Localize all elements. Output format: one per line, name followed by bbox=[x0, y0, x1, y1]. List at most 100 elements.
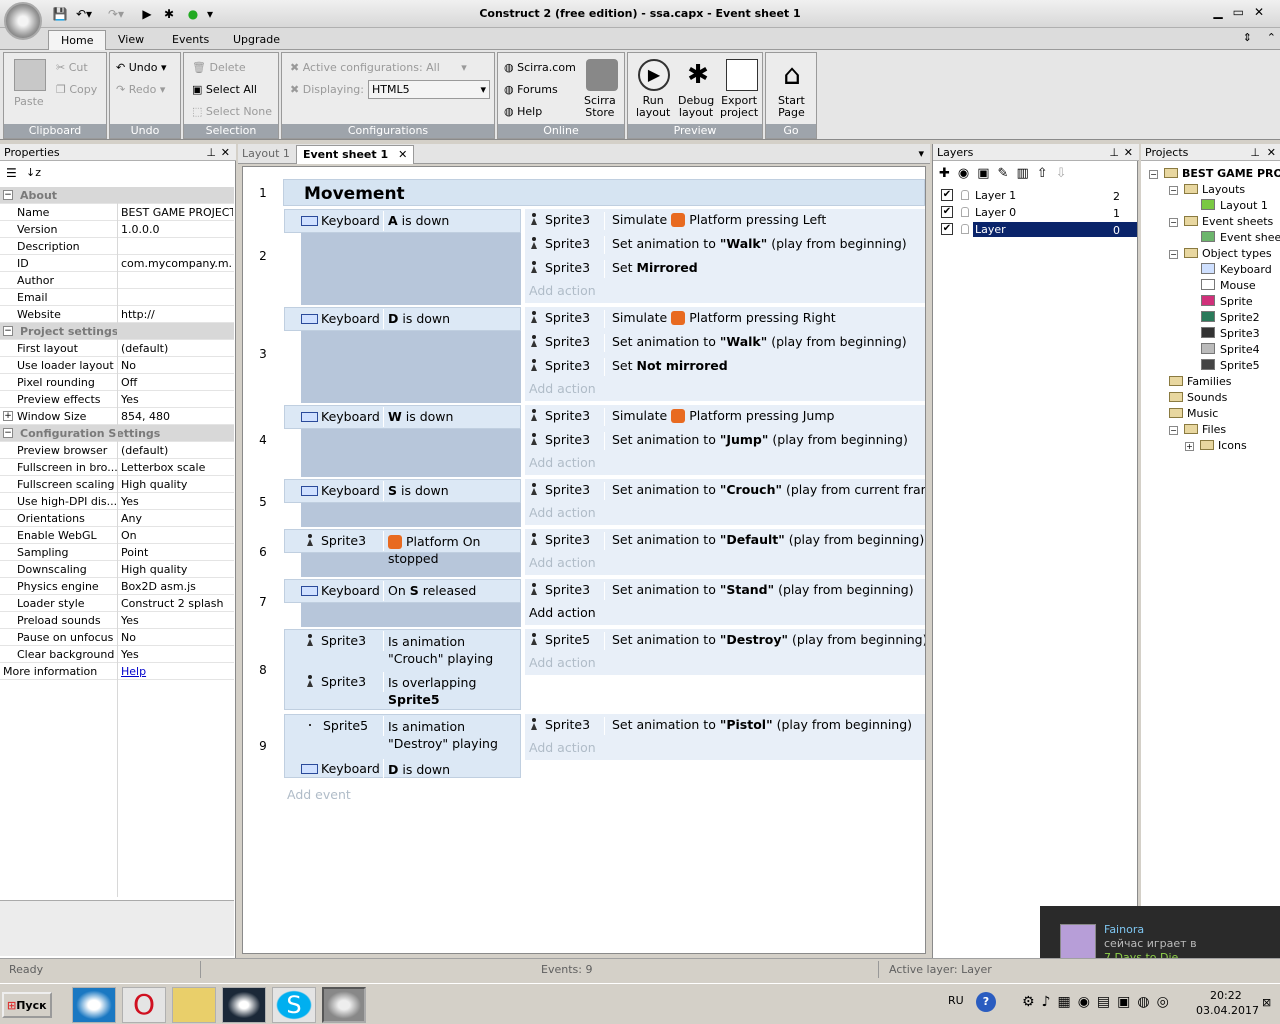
expand-icon[interactable]: + bbox=[3, 411, 13, 421]
property-value[interactable]: Yes bbox=[121, 393, 233, 406]
tab-event-sheet-1[interactable]: Event sheet 1 ✕ bbox=[296, 145, 415, 164]
construct2-taskbar-icon[interactable] bbox=[322, 987, 366, 1023]
condition[interactable]: Keyboard On S released bbox=[301, 580, 521, 602]
explorer-icon[interactable] bbox=[172, 987, 216, 1023]
property-value[interactable]: Box2D asm.js bbox=[121, 580, 233, 593]
collapse-icon[interactable]: − bbox=[3, 190, 13, 200]
tab-events[interactable]: Events bbox=[160, 30, 221, 50]
quickaccess-dropdown-icon[interactable]: ▾ bbox=[204, 6, 216, 22]
paste-button[interactable]: Paste bbox=[14, 95, 44, 108]
unlock-icon[interactable] bbox=[961, 207, 969, 217]
condition[interactable]: Keyboard S is down bbox=[301, 480, 521, 502]
sort-az-icon[interactable]: ↓z bbox=[26, 166, 41, 179]
active-configurations-dropdown[interactable]: ✖ Active configurations: All ▾ bbox=[290, 61, 467, 74]
project-tree-node[interactable]: − Layouts bbox=[1169, 183, 1245, 196]
action[interactable]: Sprite3 Set Not mirrored bbox=[529, 355, 925, 377]
scirra-link[interactable]: ◍ Scirra.com bbox=[504, 61, 576, 74]
run-layout-button[interactable]: Run layout bbox=[636, 95, 670, 119]
add-event-button[interactable]: Add event bbox=[287, 787, 351, 802]
close-icon[interactable]: ✕ bbox=[221, 146, 230, 159]
redo-button[interactable]: ↷ Redo ▾ bbox=[116, 83, 165, 96]
property-value[interactable]: High quality bbox=[121, 478, 233, 491]
project-tree-node[interactable]: Sounds bbox=[1169, 391, 1227, 404]
property-value[interactable]: On bbox=[121, 529, 233, 542]
add-action-button[interactable]: Add action bbox=[529, 655, 596, 670]
project-tree-node[interactable]: Music bbox=[1169, 407, 1218, 420]
property-value[interactable]: Letterbox scale bbox=[121, 461, 233, 474]
close-tab-icon[interactable]: ✕ bbox=[398, 148, 407, 161]
categorized-icon[interactable]: ☰ bbox=[6, 166, 17, 180]
collapse-icon[interactable]: − bbox=[1169, 218, 1178, 227]
start-page-button[interactable]: Start Page bbox=[778, 95, 805, 119]
condition[interactable]: Keyboard D is down bbox=[301, 308, 521, 330]
store-button[interactable]: Scirra Store bbox=[584, 95, 616, 119]
cut-button[interactable]: ✂ Cut bbox=[56, 61, 88, 74]
app-menu-icon[interactable] bbox=[4, 2, 42, 40]
group-header[interactable]: Movement bbox=[283, 179, 925, 206]
project-tree-node[interactable]: − Files bbox=[1169, 423, 1226, 436]
unlock-icon[interactable] bbox=[961, 190, 969, 200]
help-link[interactable]: Help bbox=[121, 665, 233, 678]
layer-row[interactable]: ✔ Layer 0 1 bbox=[933, 204, 1137, 221]
property-value[interactable]: No bbox=[121, 359, 233, 372]
condition[interactable]: Sprite3 Platform On stopped bbox=[301, 530, 521, 570]
clock-time[interactable]: 20:22 bbox=[1210, 989, 1242, 1002]
window-controls[interactable]: ▁▭✕ bbox=[1213, 5, 1274, 19]
add-action-button[interactable]: Add action bbox=[529, 605, 596, 620]
property-value[interactable]: 1.0.0.0 bbox=[121, 223, 233, 236]
show-desktop-icon[interactable]: ⊠ bbox=[1262, 996, 1271, 1009]
debug-layout-button[interactable]: Debug layout bbox=[678, 95, 714, 119]
tab-view[interactable]: View bbox=[106, 30, 156, 50]
system-tray-icons[interactable]: ⚙♪▦◉▤▣◍◎ bbox=[1022, 994, 1176, 1010]
ribbon-scroll-icon[interactable]: ⇕ bbox=[1243, 31, 1252, 44]
unlock-icon[interactable] bbox=[961, 224, 969, 234]
project-tree-node[interactable]: Sprite2 bbox=[1201, 311, 1260, 324]
action[interactable]: Sprite3 Set animation to "Pistol" (play f… bbox=[529, 714, 925, 736]
start-button[interactable]: ⊞Пуск bbox=[2, 992, 52, 1018]
delete-button[interactable]: 🗑 Delete bbox=[192, 61, 246, 74]
condition[interactable]: Sprite3 Is animation "Crouch" playing bbox=[301, 630, 521, 670]
property-value[interactable]: BEST GAME PROJECT bbox=[121, 206, 233, 219]
clock-date[interactable]: 03.04.2017 bbox=[1196, 1004, 1259, 1017]
add-action-button[interactable]: Add action bbox=[529, 381, 596, 396]
displaying-select[interactable]: HTML5 ▾ bbox=[368, 80, 490, 99]
expand-icon[interactable]: + bbox=[1185, 442, 1194, 451]
add-action-button[interactable]: Add action bbox=[529, 555, 596, 570]
collapse-icon[interactable]: − bbox=[1169, 186, 1178, 195]
close-icon[interactable]: ✕ bbox=[1267, 146, 1276, 159]
close-icon[interactable]: ✕ bbox=[1124, 146, 1133, 159]
collapse-icon[interactable]: − bbox=[3, 428, 13, 438]
undo-icon[interactable]: ↶▾ bbox=[72, 6, 96, 22]
layer-row[interactable]: ✔ Layer 1 2 bbox=[933, 187, 1137, 204]
add-action-button[interactable]: Add action bbox=[529, 740, 596, 755]
action[interactable]: Sprite3 Set animation to "Walk" (play fro… bbox=[529, 233, 925, 255]
undo-button[interactable]: ↶ Undo ▾ bbox=[116, 61, 167, 74]
action[interactable]: Sprite3 Set animation to "Default" (play … bbox=[529, 529, 925, 551]
condition[interactable]: Keyboard A is down bbox=[301, 210, 521, 232]
condition[interactable]: Sprite5 Is animation "Destroy" playing bbox=[301, 715, 521, 755]
property-value[interactable]: 854, 480 bbox=[121, 410, 233, 423]
add-action-button[interactable]: Add action bbox=[529, 455, 596, 470]
condition[interactable]: Sprite3 Is overlapping Sprite5 bbox=[301, 671, 521, 711]
property-value[interactable]: Yes bbox=[121, 648, 233, 661]
project-tree-node[interactable]: − BEST GAME PROJECT bbox=[1149, 167, 1280, 180]
debug-icon[interactable]: ✱ bbox=[160, 6, 178, 22]
project-tree-node[interactable]: Sprite3 bbox=[1201, 327, 1260, 340]
pin-icon[interactable]: ⊥ bbox=[1109, 146, 1119, 159]
language-indicator[interactable]: RU bbox=[948, 994, 964, 1007]
save-icon[interactable]: 💾 bbox=[52, 6, 68, 22]
layer-visible-checkbox[interactable]: ✔ bbox=[941, 223, 953, 235]
preview-icon[interactable]: ● bbox=[186, 6, 200, 22]
forums-link[interactable]: ◍ Forums bbox=[504, 83, 558, 96]
ribbon-collapse-icon[interactable]: ⌃ bbox=[1267, 31, 1276, 44]
steam-icon[interactable] bbox=[222, 987, 266, 1023]
layers-toolbar[interactable]: ✚◉▣✎▥⇧⇩ bbox=[939, 166, 1075, 181]
tab-layout-1[interactable]: Layout 1 bbox=[242, 147, 290, 160]
collapse-icon[interactable]: − bbox=[3, 326, 13, 336]
property-value[interactable]: com.mycompany.m... bbox=[121, 257, 233, 270]
property-value[interactable]: Yes bbox=[121, 495, 233, 508]
collapse-icon[interactable]: − bbox=[1169, 426, 1178, 435]
action[interactable]: Sprite3 Simulate Platform pressing Right bbox=[529, 307, 925, 329]
project-tree-node[interactable]: Sprite5 bbox=[1201, 359, 1260, 372]
property-value[interactable]: No bbox=[121, 631, 233, 644]
